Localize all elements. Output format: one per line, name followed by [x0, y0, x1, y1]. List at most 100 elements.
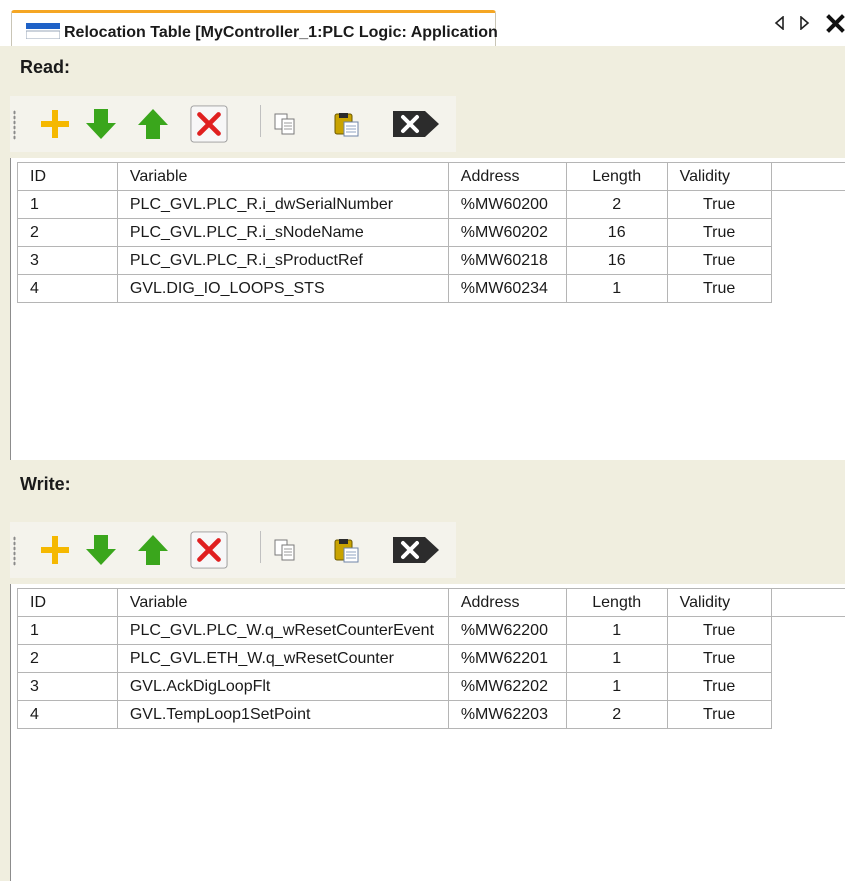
- column-header-id[interactable]: ID: [17, 588, 118, 617]
- scroll-left-icon[interactable]: [774, 16, 786, 30]
- cell-validity[interactable]: True: [666, 218, 772, 247]
- write-move-up-button[interactable]: [134, 530, 172, 570]
- cell-address[interactable]: %MW60202: [447, 218, 567, 247]
- table-row[interactable]: 3 GVL.AckDigLoopFlt %MW62202 1 True: [17, 672, 845, 701]
- cell-id[interactable]: 2: [17, 218, 118, 247]
- column-header-filler: [770, 162, 845, 191]
- read-move-up-button[interactable]: [134, 104, 172, 144]
- cell-variable[interactable]: PLC_GVL.PLC_W.q_wResetCounterEvent: [116, 616, 449, 645]
- tab-relocation-table[interactable]: Relocation Table [MyController_1:PLC Log…: [11, 10, 498, 46]
- table-row[interactable]: 2 PLC_GVL.ETH_W.q_wResetCounter %MW62201…: [17, 644, 845, 673]
- write-clear-button[interactable]: [388, 530, 446, 570]
- column-header-id[interactable]: ID: [17, 162, 118, 191]
- cell-id[interactable]: 4: [17, 274, 118, 303]
- read-add-button[interactable]: [36, 104, 74, 144]
- column-header-filler: [770, 588, 845, 617]
- column-header-length[interactable]: Length: [565, 162, 668, 191]
- cell-address[interactable]: %MW62202: [447, 672, 567, 701]
- column-header-address[interactable]: Address: [447, 162, 567, 191]
- cell-length[interactable]: 1: [565, 274, 668, 303]
- read-delete-button[interactable]: [190, 104, 228, 144]
- cell-variable[interactable]: GVL.TempLoop1SetPoint: [116, 700, 449, 729]
- cell-validity[interactable]: True: [666, 616, 772, 645]
- cell-validity[interactable]: True: [666, 246, 772, 275]
- cell-variable[interactable]: PLC_GVL.PLC_R.i_dwSerialNumber: [116, 190, 449, 219]
- read-paste-button[interactable]: [328, 104, 366, 144]
- cell-length[interactable]: 1: [565, 672, 668, 701]
- cell-address[interactable]: %MW62201: [447, 644, 567, 673]
- read-move-down-button[interactable]: [82, 104, 120, 144]
- write-copy-button[interactable]: [266, 530, 304, 570]
- cell-length[interactable]: 2: [565, 190, 668, 219]
- cell-length[interactable]: 2: [565, 700, 668, 729]
- toolbar-separator: [260, 531, 261, 563]
- cell-id[interactable]: 1: [17, 616, 118, 645]
- cell-variable[interactable]: PLC_GVL.PLC_R.i_sNodeName: [116, 218, 449, 247]
- cell-address[interactable]: %MW60218: [447, 246, 567, 275]
- cell-id[interactable]: 3: [17, 672, 118, 701]
- column-header-variable[interactable]: Variable: [116, 588, 449, 617]
- close-icon[interactable]: [826, 14, 845, 33]
- table-row[interactable]: 4 GVL.TempLoop1SetPoint %MW62203 2 True: [17, 700, 845, 729]
- read-clear-button[interactable]: [388, 104, 446, 144]
- cell-validity[interactable]: True: [666, 700, 772, 729]
- toolbar-grip[interactable]: [13, 110, 16, 140]
- cell-length[interactable]: 1: [565, 616, 668, 645]
- copy-icon: [274, 113, 295, 135]
- cell-length[interactable]: 16: [565, 218, 668, 247]
- table-row[interactable]: 2 PLC_GVL.PLC_R.i_sNodeName %MW60202 16 …: [17, 218, 845, 247]
- cell-id[interactable]: 4: [17, 700, 118, 729]
- cell-validity[interactable]: True: [666, 190, 772, 219]
- cell-variable[interactable]: PLC_GVL.PLC_R.i_sProductRef: [116, 246, 449, 275]
- cell-id[interactable]: 2: [17, 644, 118, 673]
- write-delete-button[interactable]: [190, 530, 228, 570]
- scroll-right-icon[interactable]: [798, 16, 810, 30]
- write-paste-button[interactable]: [328, 530, 366, 570]
- cell-length[interactable]: 1: [565, 644, 668, 673]
- column-header-length[interactable]: Length: [565, 588, 668, 617]
- cell-length[interactable]: 16: [565, 246, 668, 275]
- read-table: ID Variable Address Length Validity 1 PL…: [17, 162, 845, 303]
- column-header-variable[interactable]: Variable: [116, 162, 449, 191]
- read-section-label: Read:: [20, 57, 71, 77]
- cell-address[interactable]: %MW62200: [447, 616, 567, 645]
- table-icon: [26, 23, 60, 39]
- cell-validity[interactable]: True: [666, 672, 772, 701]
- cell-variable[interactable]: GVL.DIG_IO_LOOPS_STS: [116, 274, 449, 303]
- cell-address[interactable]: %MW60200: [447, 190, 567, 219]
- write-grid-panel: ID Variable Address Length Validity 1 PL…: [10, 584, 845, 881]
- cell-validity[interactable]: True: [666, 644, 772, 673]
- add-icon: [41, 536, 69, 564]
- table-row[interactable]: 1 PLC_GVL.PLC_W.q_wResetCounterEvent %MW…: [17, 616, 845, 645]
- cell-variable[interactable]: GVL.AckDigLoopFlt: [116, 672, 449, 701]
- cell-variable[interactable]: PLC_GVL.ETH_W.q_wResetCounter: [116, 644, 449, 673]
- write-section-label: Write:: [20, 474, 71, 494]
- delete-icon: [190, 105, 228, 143]
- move-up-icon: [138, 535, 168, 565]
- write-add-button[interactable]: [36, 530, 74, 570]
- read-grid-panel: ID Variable Address Length Validity 1 PL…: [10, 158, 845, 460]
- move-down-icon: [86, 535, 116, 565]
- toolbar-grip[interactable]: [13, 536, 16, 566]
- toolbar-separator: [260, 105, 261, 137]
- cell-validity[interactable]: True: [666, 274, 772, 303]
- cell-id[interactable]: 3: [17, 246, 118, 275]
- column-header-validity[interactable]: Validity: [666, 162, 772, 191]
- table-row[interactable]: 3 PLC_GVL.PLC_R.i_sProductRef %MW60218 1…: [17, 246, 845, 275]
- table-row[interactable]: 1 PLC_GVL.PLC_R.i_dwSerialNumber %MW6020…: [17, 190, 845, 219]
- clear-icon: [393, 537, 439, 563]
- paste-icon: [334, 539, 359, 563]
- write-move-down-button[interactable]: [82, 530, 120, 570]
- column-header-validity[interactable]: Validity: [666, 588, 772, 617]
- cell-id[interactable]: 1: [17, 190, 118, 219]
- cell-address[interactable]: %MW60234: [447, 274, 567, 303]
- write-table: ID Variable Address Length Validity 1 PL…: [17, 588, 845, 729]
- write-table-header: ID Variable Address Length Validity: [17, 588, 845, 617]
- clear-icon: [393, 111, 439, 137]
- read-table-header: ID Variable Address Length Validity: [17, 162, 845, 191]
- cell-address[interactable]: %MW62203: [447, 700, 567, 729]
- read-copy-button[interactable]: [266, 104, 304, 144]
- move-down-icon: [86, 109, 116, 139]
- column-header-address[interactable]: Address: [447, 588, 567, 617]
- table-row[interactable]: 4 GVL.DIG_IO_LOOPS_STS %MW60234 1 True: [17, 274, 845, 303]
